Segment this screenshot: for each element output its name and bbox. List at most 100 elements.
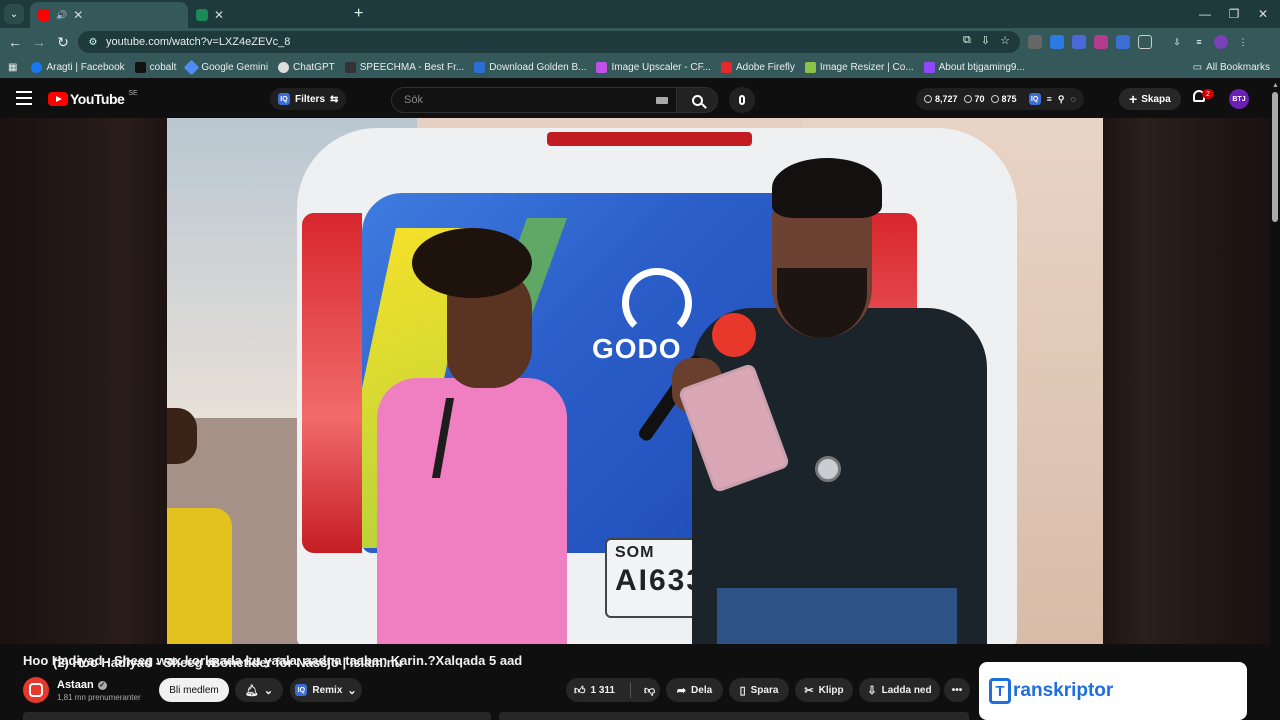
new-tab-icon[interactable]: + xyxy=(354,5,363,23)
profile-avatar-icon[interactable] xyxy=(1214,35,1228,49)
likes-value: 70 xyxy=(974,94,985,104)
bookmark-label: Image Resizer | Co... xyxy=(819,61,914,73)
back-icon[interactable]: ← xyxy=(3,30,27,54)
tab-search-button[interactable]: ⌄ xyxy=(4,4,24,24)
menu-dots-icon[interactable]: ⋮ xyxy=(1236,35,1250,49)
voice-search-button[interactable] xyxy=(729,87,755,113)
remix-button[interactable]: IQ Remix ⌄ xyxy=(290,678,362,702)
bookmark-item[interactable]: Image Resizer | Co... xyxy=(804,61,914,73)
more-dots-icon: ••• xyxy=(951,684,963,696)
like-dislike-group: 👍︎ 1 311 👎︎ xyxy=(566,678,660,702)
filters-button[interactable]: IQ Filters ⇆ xyxy=(270,88,347,110)
youtube-logo[interactable]: YouTube SE xyxy=(48,90,138,107)
like-count[interactable]: 1 311 xyxy=(591,685,615,696)
join-button[interactable]: Bli medlem xyxy=(159,678,229,702)
transkriptor-logo-icon: T xyxy=(989,678,1011,704)
bookmark-item[interactable]: Adobe Firefly xyxy=(720,61,795,73)
eye-icon xyxy=(963,95,972,103)
extensions-area: ⇩ ≡ ⋮ xyxy=(1028,28,1250,56)
extension-icon[interactable] xyxy=(1050,35,1064,49)
minimize-icon[interactable]: — xyxy=(1190,0,1220,28)
keyboard-icon[interactable] xyxy=(656,97,668,104)
taillight-left xyxy=(302,213,362,553)
chevron-down-icon: ⌄ xyxy=(263,684,274,697)
download-button[interactable]: ⇩ Ladda ned xyxy=(859,678,940,702)
video-player-area[interactable]: GODO SOM AI633 xyxy=(0,118,1270,644)
facebook-icon xyxy=(31,61,43,73)
search-button[interactable] xyxy=(677,87,718,113)
folder-icon: ▭ xyxy=(1192,61,1203,73)
scroll-thumb[interactable] xyxy=(1272,92,1278,222)
bookmark-label: Aragti | Facebook xyxy=(46,61,125,73)
download-label: Ladda ned xyxy=(881,684,932,696)
puzzle-icon[interactable] xyxy=(1138,35,1152,49)
bookmark-item[interactable]: SPEECHMA - Best Fr... xyxy=(344,61,465,73)
close-window-icon[interactable]: ✕ xyxy=(1248,0,1278,28)
install-icon[interactable]: ⇩ xyxy=(981,34,990,47)
channel-avatar[interactable] xyxy=(23,677,49,703)
close-tab-icon[interactable]: ✕ xyxy=(73,8,83,22)
hamburger-menu-icon[interactable] xyxy=(16,91,32,105)
clip-button[interactable]: ✂ Klipp xyxy=(795,678,853,702)
forward-icon[interactable]: → xyxy=(27,30,51,54)
extension-icon[interactable] xyxy=(1072,35,1086,49)
audio-icon[interactable]: 🔊 xyxy=(56,10,67,21)
close-tab-icon[interactable]: ✕ xyxy=(214,8,224,22)
notification-count: 2 xyxy=(1206,90,1210,98)
download-icon: ⇩ xyxy=(867,684,877,697)
channel-name-link[interactable]: Astaan ✓ xyxy=(57,679,107,691)
subscription-bell-button[interactable]: 🔔︎ ⌄ xyxy=(235,678,283,702)
share-button[interactable]: ➦ Dela xyxy=(666,678,723,702)
more-actions-button[interactable]: ••• xyxy=(944,678,970,702)
translate-icon[interactable]: ⧉ xyxy=(963,34,971,47)
bookmark-item[interactable]: About btjgaming9... xyxy=(923,61,1025,73)
transkriptor-ad[interactable]: T ranskriptor xyxy=(979,662,1247,720)
bookmark-item[interactable]: Google Gemini xyxy=(184,59,268,75)
extension-badge-icon[interactable]: IQ xyxy=(1028,93,1041,105)
list-icon[interactable]: ≡ xyxy=(1047,94,1052,104)
maximize-icon[interactable]: ❐ xyxy=(1219,0,1249,28)
thumbs-down-icon[interactable]: 👎︎ xyxy=(644,684,655,697)
extension-icon[interactable] xyxy=(1116,35,1130,49)
all-bookmarks[interactable]: ▭ All Bookmarks xyxy=(1193,56,1270,78)
apps-grid-icon[interactable]: ▦ xyxy=(8,62,17,73)
extension-badge-icon: IQ xyxy=(295,684,308,696)
bookmark-icon: ▯ xyxy=(739,684,746,697)
url-text[interactable]: youtube.com/watch?v=LXZ4eZEVc_8 xyxy=(106,36,290,48)
bookmark-item[interactable]: ChatGPT xyxy=(278,61,335,73)
extension-icon[interactable] xyxy=(1094,35,1108,49)
scroll-up-icon[interactable]: ▲ xyxy=(1272,82,1279,89)
bell-icon: 🔔︎ xyxy=(244,684,259,697)
extension-icon[interactable] xyxy=(1028,35,1042,49)
microphone-head xyxy=(712,313,756,357)
page-scrollbar[interactable]: ▲ xyxy=(1270,80,1280,720)
save-button[interactable]: ▯ Spara xyxy=(729,678,789,702)
bookmark-star-icon[interactable]: ☆ xyxy=(1000,34,1010,47)
address-bar[interactable]: ⚙ youtube.com/watch?v=LXZ4eZEVc_8 ⧉ ⇩ ☆ xyxy=(78,31,1020,53)
lightbulb-icon[interactable]: ⚲ xyxy=(1058,94,1065,105)
site-info-icon[interactable]: ⚙ xyxy=(86,35,100,49)
search-input[interactable]: Sök xyxy=(391,87,677,113)
join-label: Bli medlem xyxy=(169,684,219,696)
download-icon[interactable]: ⇩ xyxy=(1170,35,1184,49)
account-avatar[interactable]: BTJ xyxy=(1229,89,1249,109)
reload-icon[interactable]: ↻ xyxy=(51,30,75,54)
media-icon[interactable]: ≡ xyxy=(1192,35,1206,49)
likes-stat: 70 xyxy=(963,94,985,104)
tab-islam-nu[interactable]: Bönetider för Nässjö | Islam.nu ✕ xyxy=(188,2,402,670)
youtube-favicon-icon xyxy=(38,9,50,21)
bookmark-label: Download Golden B... xyxy=(489,61,587,73)
channel-name[interactable]: Astaan xyxy=(57,679,94,691)
create-label: Skapa xyxy=(1141,93,1171,105)
chat-icon[interactable]: ◌ xyxy=(1070,94,1075,104)
tab-youtube[interactable]: (2) Hoo Hadiyad - Sheeg w 🔊 ✕ xyxy=(30,2,216,670)
bookmark-item[interactable]: Aragti | Facebook xyxy=(31,61,125,73)
twitch-icon xyxy=(923,61,935,73)
video-frame[interactable]: GODO SOM AI633 xyxy=(167,118,1103,644)
bookmark-item[interactable]: Image Upscaler - CF... xyxy=(596,61,711,73)
bookmark-label: SPEECHMA - Best Fr... xyxy=(359,61,465,73)
bookmark-item[interactable]: Download Golden B... xyxy=(474,61,587,73)
create-button[interactable]: + Skapa xyxy=(1119,88,1181,110)
thumbs-up-icon[interactable]: 👍︎ xyxy=(574,684,586,697)
bookmark-item[interactable]: cobalt xyxy=(134,61,176,73)
